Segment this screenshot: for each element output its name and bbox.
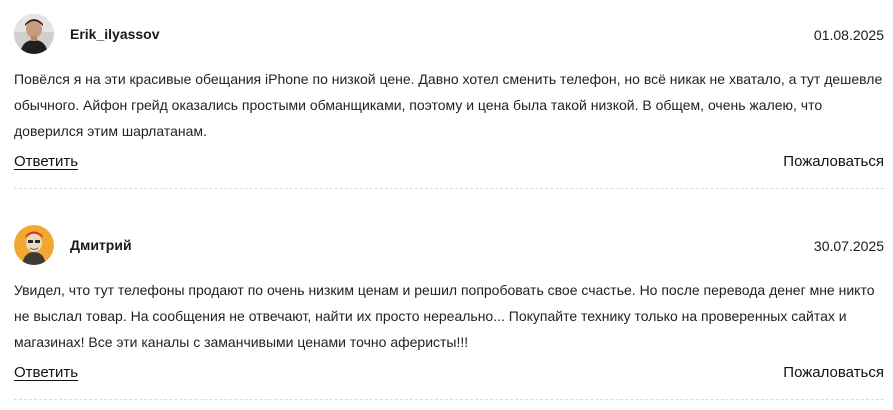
review-header: Дмитрий 30.07.2025: [14, 225, 884, 267]
review-header: Erik_ilyassov 01.08.2025: [14, 14, 884, 56]
divider: [14, 188, 884, 189]
complain-link[interactable]: Пожаловаться: [783, 153, 884, 170]
review-item: Erik_ilyassov 01.08.2025 Повёлся я на эт…: [14, 14, 884, 189]
author-name: Дмитрий: [70, 237, 132, 253]
reply-link[interactable]: Ответить: [14, 364, 78, 381]
review-actions: Ответить Пожаловаться: [14, 364, 884, 390]
author-name: Erik_ilyassov: [70, 26, 160, 42]
user-avatar: [14, 225, 54, 265]
review-date: 01.08.2025: [813, 27, 884, 43]
review-text: Увидел, что тут телефоны продают по очен…: [14, 282, 875, 350]
review-text: Повёлся я на эти красивые обещания iPhon…: [14, 71, 883, 139]
review-item: Дмитрий 30.07.2025 Увидел, что тут телеф…: [14, 225, 884, 400]
divider: [14, 399, 884, 400]
reply-link[interactable]: Ответить: [14, 153, 78, 170]
user-avatar: [14, 14, 54, 54]
complain-link[interactable]: Пожаловаться: [783, 364, 884, 381]
review-actions: Ответить Пожаловаться: [14, 153, 884, 179]
review-date: 30.07.2025: [813, 238, 884, 254]
